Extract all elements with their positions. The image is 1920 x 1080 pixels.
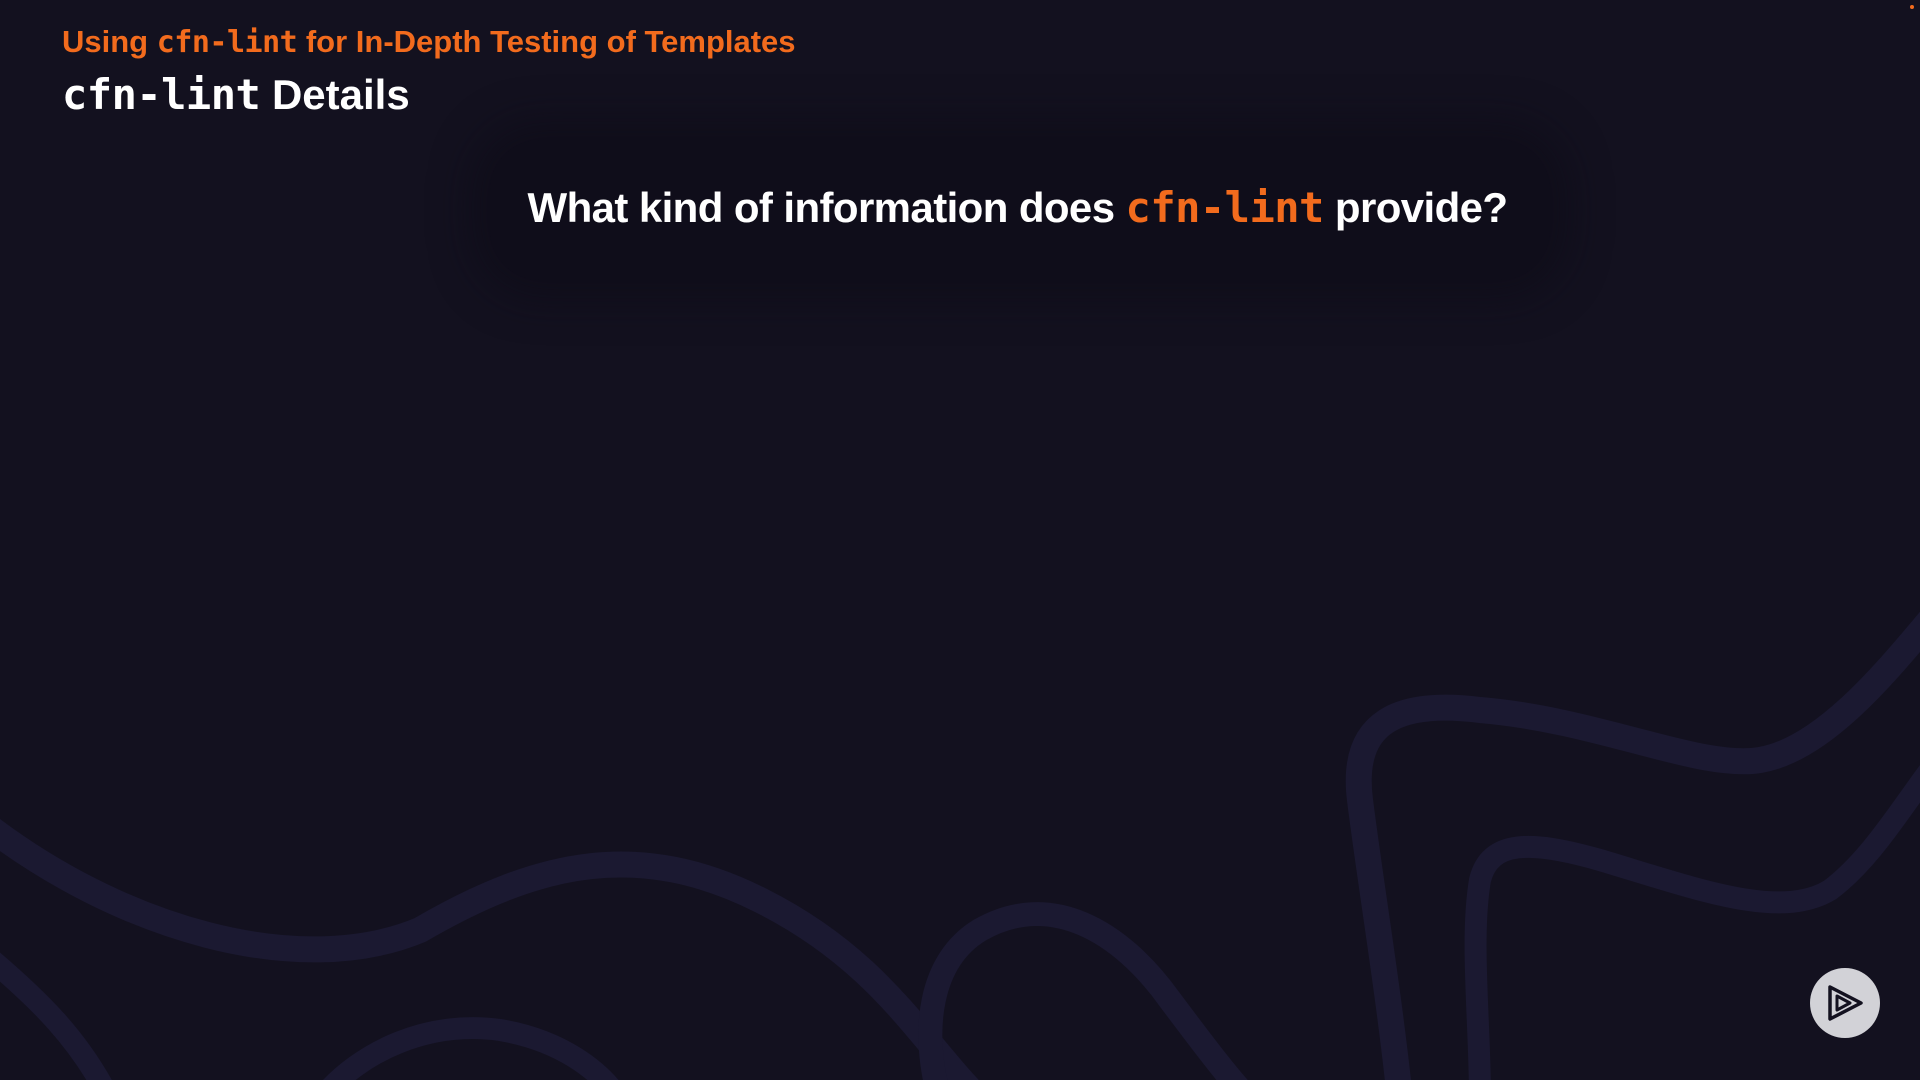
section-title-suffix: for In-Depth Testing of Templates xyxy=(297,24,796,59)
section-title: Using cfn-lint for In-Depth Testing of T… xyxy=(62,24,796,60)
question-code: cfn-lint xyxy=(1125,183,1325,232)
background-wave xyxy=(0,818,979,1080)
section-title-code: cfn-lint xyxy=(156,25,298,60)
question-suffix: provide? xyxy=(1323,184,1508,231)
question-prefix: What kind of information does xyxy=(527,184,1126,231)
corner-dot xyxy=(1910,5,1914,9)
play-logo-icon xyxy=(1810,968,1880,1038)
background-wave xyxy=(323,1017,619,1080)
background-wave xyxy=(918,902,1248,1080)
play-triangle-icon xyxy=(1828,985,1863,1021)
slide-heading: cfn-lint Details xyxy=(62,70,410,119)
question-text: What kind of information does cfn-lint p… xyxy=(0,183,1920,232)
background-wave xyxy=(0,952,112,1080)
slide: Using cfn-lint for In-Depth Testing of T… xyxy=(0,0,1920,1080)
slide-heading-suffix: Details xyxy=(260,71,410,118)
slide-heading-code: cfn-lint xyxy=(62,70,261,119)
section-title-prefix: Using xyxy=(62,24,157,59)
